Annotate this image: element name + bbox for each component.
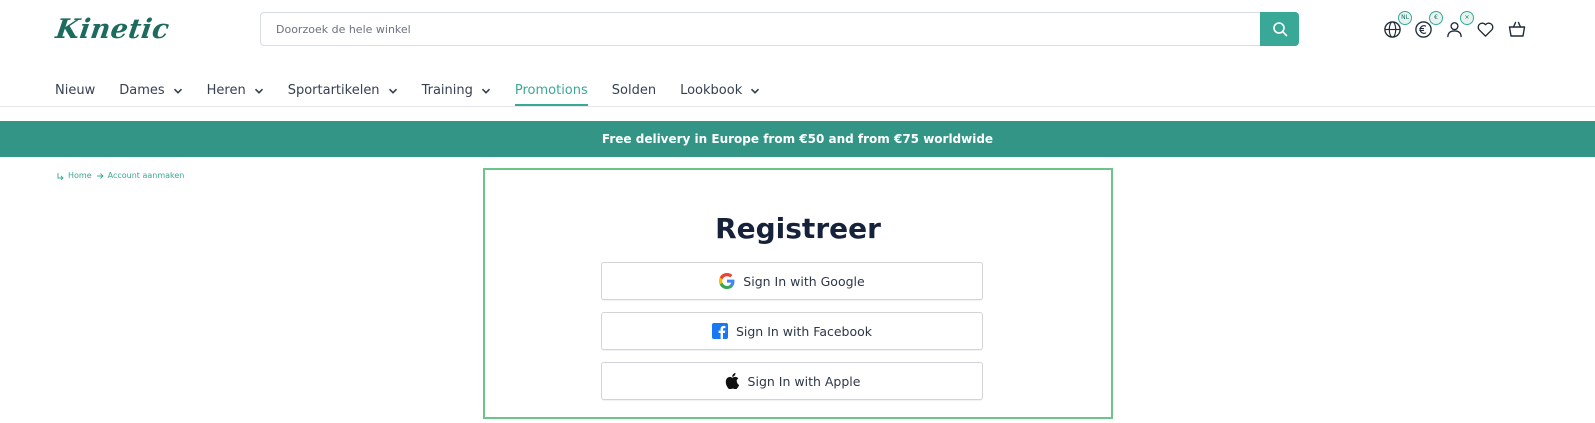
google-signin-label: Sign In with Google [743,273,865,289]
home-icon [56,172,64,180]
nav-item-lookbook[interactable]: Lookbook [680,72,760,106]
promo-banner: Free delivery in Europe from €50 and fro… [0,121,1595,157]
search-icon [1272,21,1288,37]
nav-item-heren[interactable]: Heren [207,72,264,106]
nav-item-solden[interactable]: Solden [612,72,656,106]
search-button[interactable] [1260,12,1299,46]
google-icon [719,273,735,289]
chevron-down-icon [173,86,183,96]
basket-icon [1507,19,1527,39]
nav-item-nieuw[interactable]: Nieuw [55,72,95,106]
nav-item-label: Sportartikelen [287,83,380,98]
nav-item-promotions[interactable]: Promotions [514,72,588,106]
main-nav: Nieuw Dames Heren Sportartikelen Trainin… [55,72,784,106]
google-signin-button[interactable]: Sign In with Google [601,262,983,300]
nav-item-label: Solden [611,83,657,98]
apple-icon [724,373,740,389]
currency-badge: € [1429,10,1443,25]
nav-item-label: Lookbook [680,83,743,98]
wishlist-button[interactable] [1475,19,1496,40]
page-title: Registreer [715,212,881,245]
account-button[interactable]: × [1444,10,1474,40]
nav-divider [0,106,1595,107]
nav-item-label: Heren [206,83,246,98]
cart-button[interactable] [1506,19,1527,40]
currency-selector[interactable]: € [1413,10,1443,40]
nav-item-label: Training [421,83,473,98]
register-panel: Registreer Sign In with Google Sign In w… [483,168,1113,419]
header-icons: NL € × [1382,10,1527,44]
logo[interactable]: Kinetic [53,13,172,45]
search-input[interactable] [261,13,1260,45]
chevron-down-icon [750,86,760,96]
facebook-icon [711,323,728,339]
nav-item-training[interactable]: Training [422,72,491,106]
facebook-signin-button[interactable]: Sign In with Facebook [601,312,983,350]
facebook-signin-label: Sign In with Facebook [735,323,873,339]
nav-item-label: Promotions [514,83,588,98]
language-badge: NL [1398,10,1412,25]
breadcrumb-home-link[interactable]: Home [68,171,92,180]
chevron-down-icon [481,86,491,96]
heart-icon [1476,20,1495,39]
promo-banner-text: Free delivery in Europe from €50 and fro… [601,132,994,146]
nav-item-label: Nieuw [55,83,96,98]
chevron-down-icon [254,86,264,96]
account-badge: × [1460,10,1474,25]
nav-item-sportartikelen[interactable]: Sportartikelen [288,72,398,106]
search-bar [260,12,1299,46]
page: Kinetic NL € × [0,0,1595,423]
breadcrumb: Home Account aanmaken [56,171,184,180]
arrow-right-icon [96,172,104,180]
nav-item-label: Dames [119,83,165,98]
nav-item-dames[interactable]: Dames [119,72,182,106]
logo-text: Kinetic [53,13,172,45]
chevron-down-icon [388,86,398,96]
language-selector[interactable]: NL [1382,10,1412,40]
apple-signin-button[interactable]: Sign In with Apple [601,362,983,400]
breadcrumb-current: Account aanmaken [107,171,185,180]
apple-signin-label: Sign In with Apple [747,373,861,389]
